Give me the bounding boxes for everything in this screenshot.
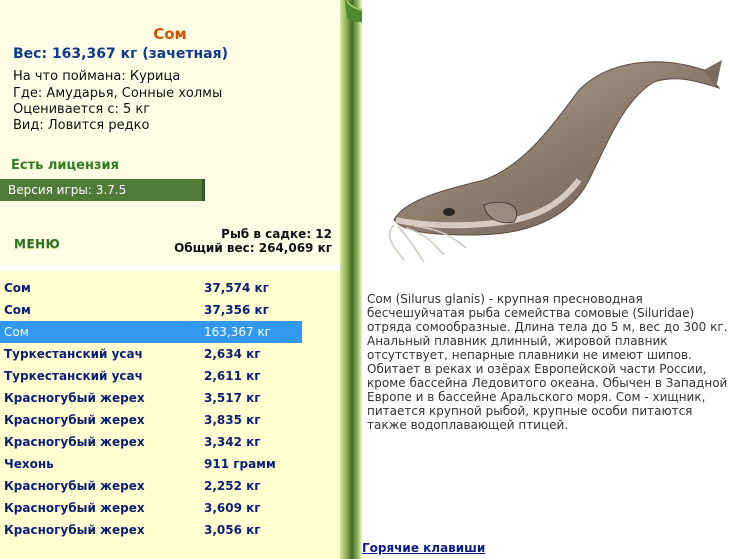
kind-info: Вид: Ловится редко [13,118,150,133]
catfish-image [388,60,722,263]
catch-row[interactable]: Красногубый жерех 3,056 кг [0,519,340,541]
catch-fish-name: Туркестанский усач [4,347,143,361]
catch-fish-weight: 3,517 кг [204,391,261,405]
catch-fish-name: Сом [4,281,31,295]
stem-divider [340,0,362,559]
catch-fish-weight: 37,574 кг [204,281,269,295]
fish-title: Сом [153,25,187,43]
location-info: Где: Амударья, Сонные холмы [13,86,223,101]
catch-row[interactable]: Туркестанский усач 2,611 кг [0,365,340,387]
catch-fish-name: Красногубый жерех [4,435,145,449]
catch-row[interactable]: Красногубый жерех 2,252 кг [0,475,340,497]
catch-fish-weight: 3,056 кг [204,523,261,537]
description-panel: Сом (Silurus glanis) - крупная пресновод… [362,0,735,559]
catch-list: Сом 37,574 кг Сом 37,356 кг Сом 163,367 кг Тур… [0,265,340,559]
catch-row[interactable]: Красногубый жерех 3,835 кг [0,409,340,431]
catch-fish-weight: 2,611 кг [204,369,261,383]
catch-row[interactable]: Туркестанский усач 2,634 кг [0,343,340,365]
version-bar: Версия игры: 3.7.5 [0,179,205,201]
catch-fish-name: Туркестанский усач [4,369,143,383]
cage-count: Рыб в садке: 12 [221,227,332,241]
catch-fish-name: Сом [4,303,31,317]
catch-row[interactable]: Сом 37,574 кг [0,277,340,299]
cage-summary: Рыб в садке: 12 Общий вес: 264,069 кг [174,227,332,255]
value-info: Оценивается с: 5 кг [13,102,151,117]
hotkeys-link[interactable]: Горячие клавиши [362,541,485,555]
fish-weight: Вес: 163,367 кг (зачетная) [13,46,228,62]
catch-fish-weight: 3,609 кг [204,501,261,515]
catch-fish-name: Сом [4,325,29,339]
catch-fish-name: Красногубый жерех [4,391,145,405]
fish-info-panel: Сом Вес: 163,367 кг (зачетная) На что по… [0,0,340,265]
catch-fish-name: Красногубый жерех [4,523,145,537]
catch-fish-weight: 3,342 кг [204,435,261,449]
license-status: Есть лицензия [11,158,119,173]
catch-fish-weight: 163,367 кг [204,325,271,339]
catch-fish-weight: 2,634 кг [204,347,261,361]
catch-row[interactable]: Сом 37,356 кг [0,299,340,321]
catch-fish-name: Красногубый жерех [4,479,145,493]
catch-row[interactable]: Красногубый жерех 3,342 кг [0,431,340,453]
menu-button[interactable]: МЕНЮ [14,237,60,251]
catch-fish-weight: 37,356 кг [204,303,269,317]
catch-fish-weight: 3,835 кг [204,413,261,427]
catch-row[interactable]: Красногубый жерех 3,517 кг [0,387,340,409]
catch-row[interactable]: Чехонь 911 грамм [0,453,340,475]
total-weight: Общий вес: 264,069 кг [174,241,332,255]
fish-description: Сом (Silurus glanis) - крупная пресновод… [367,292,728,432]
catch-fish-weight: 911 грамм [204,457,276,471]
catch-row[interactable]: Сом 163,367 кг [0,321,340,343]
catch-fish-weight: 2,252 кг [204,479,261,493]
catch-fish-name: Красногубый жерех [4,413,145,427]
catch-fish-name: Красногубый жерех [4,501,145,515]
catch-row[interactable]: Красногубый жерех 3,609 кг [0,497,340,519]
catch-fish-name: Чехонь [4,457,54,471]
bait-info: На что поймана: Курица [13,69,181,84]
